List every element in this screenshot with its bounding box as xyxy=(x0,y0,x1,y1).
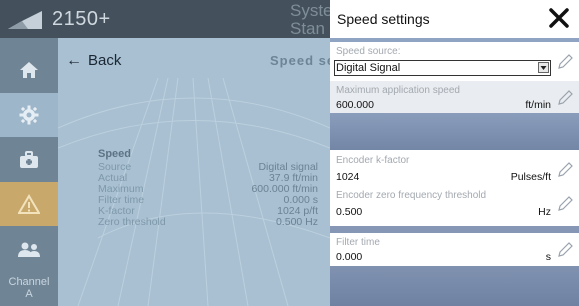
close-icon[interactable] xyxy=(547,6,571,30)
speed-settings-dialog: Speed settings Speed source: Digital Sig… xyxy=(330,0,579,306)
divider xyxy=(330,266,579,306)
k-factor-label: Encoder k-factor xyxy=(336,155,410,166)
k-factor-value: 1024 xyxy=(336,171,360,183)
page-title: Speed se xyxy=(270,53,330,68)
dialog-header: Speed settings xyxy=(330,0,579,38)
speed-source-value: Digital Signal xyxy=(336,62,401,74)
zero-threshold-unit: Hz xyxy=(538,206,551,218)
sidebar-item-home[interactable] xyxy=(0,48,58,92)
max-speed-field: Maximum application speed 600.000 ft/min xyxy=(330,81,579,113)
max-speed-value: 600.000 xyxy=(336,99,374,111)
toolbox-icon xyxy=(20,151,38,168)
chevron-down-icon[interactable] xyxy=(538,62,549,73)
channel-letter: A xyxy=(25,288,33,300)
divider xyxy=(330,226,579,233)
filter-time-field: Filter time 0.000 s xyxy=(330,233,579,266)
k-factor-unit: Pulses/ft xyxy=(510,171,551,183)
header-title-partial: Syste Stan xyxy=(290,2,333,38)
top-bar: 2150+ Syste Stan xyxy=(0,0,333,38)
sidebar: Channel A xyxy=(0,38,58,306)
max-speed-label: Maximum application speed xyxy=(336,85,460,96)
filter-time-unit: s xyxy=(545,251,551,263)
warning-icon xyxy=(18,194,40,214)
zero-threshold-value: 0.500 xyxy=(336,206,363,218)
zero-threshold-field: Encoder zero frequency threshold 0.500 H… xyxy=(330,186,579,226)
dialog-title: Speed settings xyxy=(337,11,430,27)
speed-summary: Speed Source Digital signal Actual 37.9 ft… xyxy=(98,148,318,228)
zero-threshold-label: Encoder zero frequency threshold xyxy=(336,190,487,201)
filter-time-label: Filter time xyxy=(336,237,380,248)
back-button[interactable]: ← Back xyxy=(66,52,121,70)
sidebar-item-toolbox[interactable] xyxy=(0,138,58,182)
sidebar-item-warning[interactable] xyxy=(0,182,58,226)
speed-source-select[interactable]: Digital Signal xyxy=(334,60,551,76)
sidebar-item-users[interactable] xyxy=(0,228,58,272)
pencil-icon[interactable] xyxy=(557,242,573,258)
pencil-icon[interactable] xyxy=(557,196,573,212)
speed-source-label: Speed source: xyxy=(336,46,401,57)
back-label: Back xyxy=(88,52,122,69)
home-icon xyxy=(20,62,38,78)
speed-row-label: Zero threshold xyxy=(98,216,166,228)
sidebar-item-settings[interactable] xyxy=(0,93,58,137)
pencil-icon[interactable] xyxy=(557,162,573,178)
sidebar-item-channel[interactable]: Channel A xyxy=(0,270,58,306)
k-factor-field: Encoder k-factor 1024 Pulses/ft xyxy=(330,150,579,186)
main-content: ← Back Speed se Speed Source Digital signa… xyxy=(58,38,330,306)
gear-icon xyxy=(19,105,39,125)
speed-source-field: Speed source: Digital Signal xyxy=(330,42,579,81)
channel-label: Channel xyxy=(8,276,50,288)
pencil-icon[interactable] xyxy=(557,54,573,70)
screen: 2150+ Syste Stan Channel A ← Back Speed … xyxy=(0,0,579,306)
header-title-line2: Stan xyxy=(290,19,325,38)
speed-heading: Speed xyxy=(98,148,132,160)
arrow-left-icon: ← xyxy=(66,52,82,69)
filter-time-value: 0.000 xyxy=(336,251,363,263)
logo-icon xyxy=(8,11,42,29)
max-speed-unit: ft/min xyxy=(525,99,551,111)
users-icon xyxy=(18,242,40,257)
speed-row: Zero threshold 0.500 Hz xyxy=(98,217,318,228)
header-title-line1: Syste xyxy=(290,1,333,20)
pencil-icon[interactable] xyxy=(557,90,573,106)
divider xyxy=(330,113,579,150)
logo-text: 2150+ xyxy=(52,8,111,30)
speed-row-value: 0.500 Hz xyxy=(275,216,318,228)
